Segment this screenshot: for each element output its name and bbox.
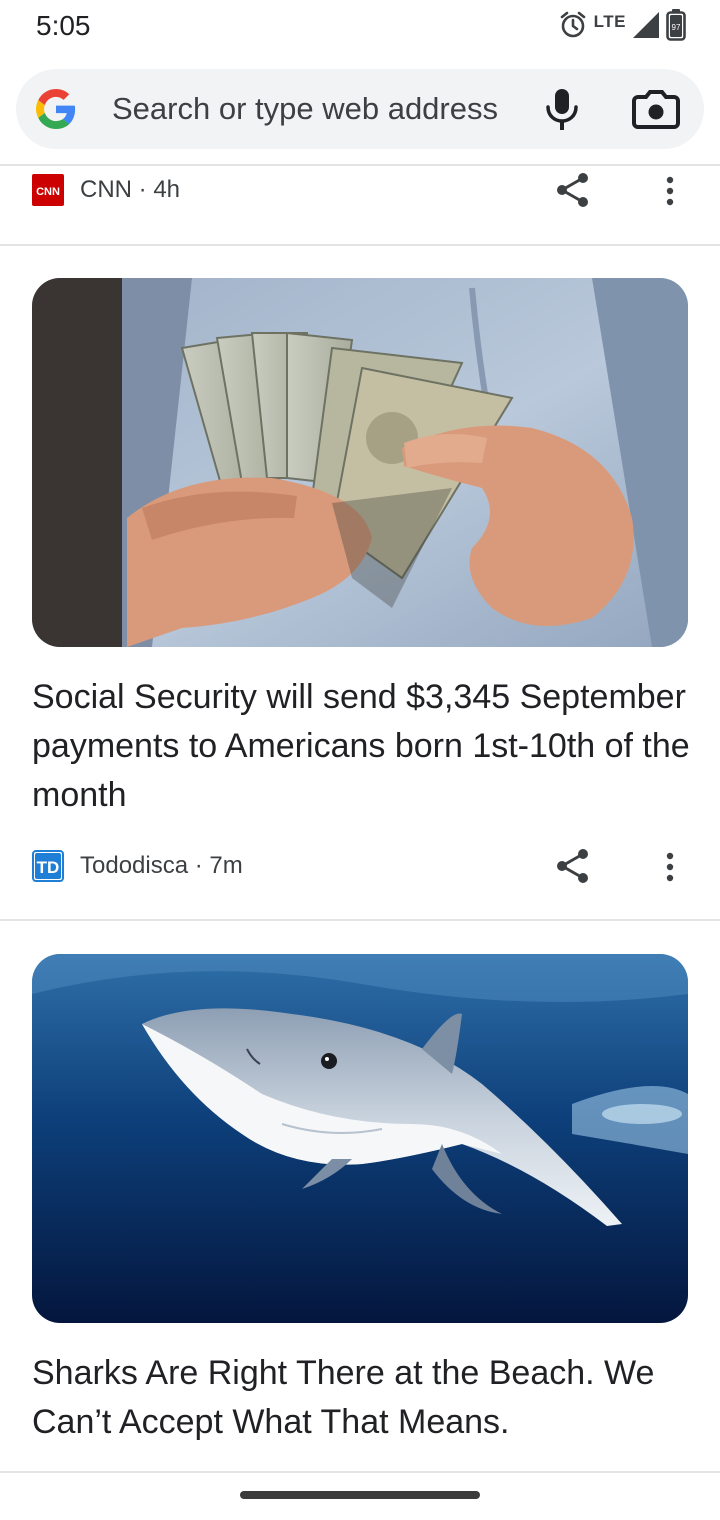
divider — [0, 919, 720, 921]
svg-text:97: 97 — [672, 23, 681, 32]
article-headline[interactable]: Sharks Are Right There at the Beach. We … — [32, 1349, 692, 1447]
status-time: 5:05 — [36, 10, 91, 41]
status-icons: LTE 97 — [558, 8, 686, 46]
article-image[interactable] — [32, 278, 688, 647]
article-meta-row: CNN CNN · 4h — [0, 167, 720, 213]
svg-text:TD: TD — [37, 858, 60, 877]
omnibox[interactable] — [16, 69, 704, 149]
share-icon[interactable] — [552, 845, 594, 887]
article-source: Tododisca · 7m — [80, 852, 243, 879]
signal-icon — [632, 11, 660, 44]
cnn-logo: CNN — [32, 174, 64, 206]
camera-icon[interactable] — [630, 85, 682, 133]
tododisca-logo: TD — [32, 850, 64, 882]
svg-text:CNN: CNN — [36, 186, 60, 198]
divider — [0, 1471, 720, 1473]
alarm-icon — [558, 10, 588, 45]
article-headline[interactable]: Social Security will send $3,345 Septemb… — [32, 673, 692, 820]
network-label: LTE — [593, 12, 626, 31]
article-source: CNN · 4h — [80, 176, 181, 203]
status-bar: 5:05 LTE 97 — [0, 0, 720, 56]
google-logo — [36, 89, 76, 129]
more-vert-icon[interactable] — [654, 847, 686, 887]
search-input[interactable] — [112, 87, 522, 131]
mic-icon[interactable] — [538, 85, 586, 133]
article-meta-row: TD Tododisca · 7m — [0, 843, 720, 889]
divider — [0, 244, 720, 246]
more-vert-icon[interactable] — [654, 171, 686, 211]
article-image[interactable] — [32, 954, 688, 1323]
battery-icon: 97 — [666, 8, 686, 46]
home-indicator[interactable] — [240, 1491, 480, 1499]
share-icon[interactable] — [552, 169, 594, 211]
divider — [0, 164, 720, 166]
